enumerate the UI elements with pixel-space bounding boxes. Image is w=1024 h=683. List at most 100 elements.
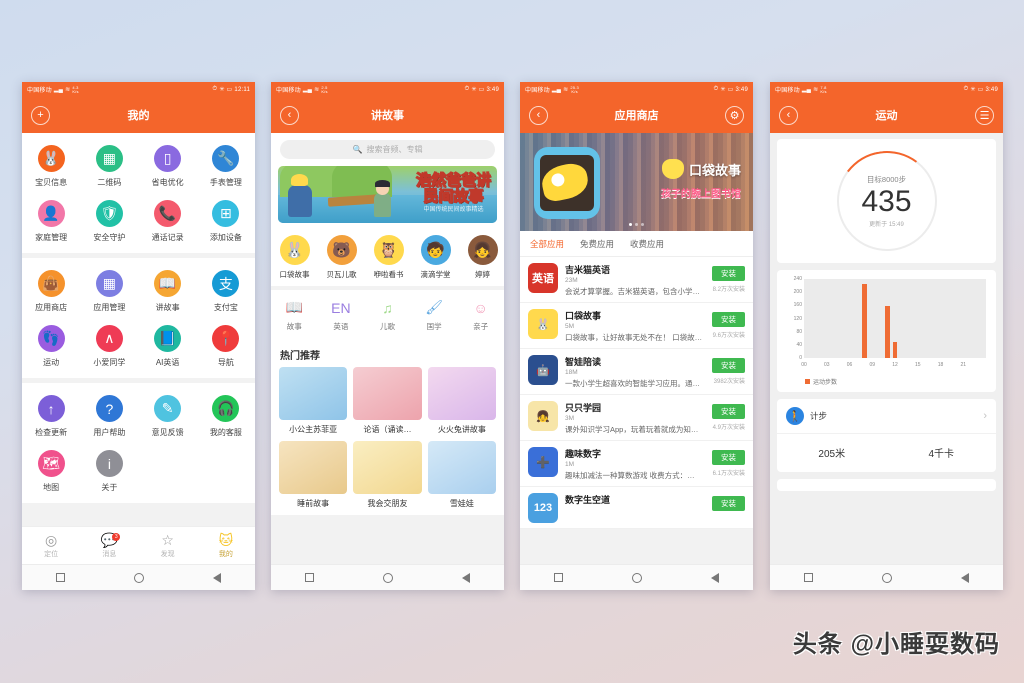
home-button[interactable]	[881, 572, 892, 583]
section-title: 热门推荐	[271, 339, 504, 367]
app-list-item[interactable]: 👧 只只学园 3M 课外知识学习App，玩着玩着就成为知… 安装 4.9万次安装	[520, 395, 753, 441]
store-tab-收费应用[interactable]: 收费应用	[630, 238, 664, 250]
menu-item-应用商店[interactable]: 👜 应用商店	[22, 265, 80, 320]
publisher-滴滴学堂[interactable]: 🧒 滴滴学堂	[412, 235, 459, 280]
chevron-right-icon[interactable]: ›	[983, 410, 987, 422]
home-button[interactable]	[382, 572, 393, 583]
home-button[interactable]	[631, 572, 642, 583]
menu-item-检查更新[interactable]: ↑ 检查更新	[22, 390, 80, 445]
recents-button[interactable]	[305, 573, 315, 582]
store-tab-全部应用[interactable]: 全部应用	[530, 238, 564, 250]
menu-item-用户帮助[interactable]: ? 用户帮助	[80, 390, 138, 445]
story-card[interactable]: 论语（诵读…	[353, 367, 422, 435]
category-label: 儿歌	[379, 322, 395, 331]
pedometer-card[interactable]: 🚶 计步 › 205米 4千卡	[777, 399, 996, 472]
alarm-icon: ⏱	[963, 86, 969, 92]
story-thumbnail	[279, 367, 348, 420]
wifi-icon: ≋	[65, 87, 71, 93]
menu-item-地图[interactable]: 🗺 地图	[22, 445, 80, 500]
story-card[interactable]: 雪娃娃	[427, 441, 496, 509]
app-list-item[interactable]: ➕ 趣味数字 1M 趣味加减法一种算数游戏 收费方式：… 安装 6.1万次安装	[520, 441, 753, 487]
category-label: 国学	[426, 322, 442, 331]
publisher-口袋故事[interactable]: 🐰 口袋故事	[271, 235, 318, 280]
install-button[interactable]: 安装	[712, 266, 745, 281]
back-button[interactable]	[960, 572, 969, 583]
update-icon: ↑	[37, 395, 65, 422]
home-button[interactable]	[133, 572, 144, 583]
story-card[interactable]: 睡前故事	[279, 441, 348, 509]
tab-消息[interactable]: 💬 消息 3	[80, 527, 138, 564]
promo-banner[interactable]: 浩然爸爸讲 民间故事 中国传统民间故事精选	[278, 166, 497, 223]
app-list-item[interactable]: 🐰 口袋故事 5M 口袋故事，让好故事无处不在！ 口袋故… 安装 9.6万次安装	[520, 303, 753, 349]
back-button[interactable]: ‹	[529, 105, 548, 125]
story-card[interactable]: 我会交朋友	[353, 441, 422, 509]
publisher-婷婷[interactable]: 👧 婷婷	[459, 235, 504, 280]
menu-item-我的客服[interactable]: 🎧 我的客服	[197, 390, 255, 445]
menu-item-应用管理[interactable]: ▦ 应用管理	[80, 265, 138, 320]
menu-item-导航[interactable]: 📍 导航	[197, 320, 255, 375]
install-button[interactable]: 安装	[712, 358, 745, 373]
signal-icon: ▂▄	[53, 87, 64, 93]
store-tab-免费应用[interactable]: 免费应用	[580, 238, 614, 250]
menu-item-宝贝信息[interactable]: 🐰 宝贝信息	[22, 140, 80, 195]
hero-banner[interactable]: 口袋故事 孩子的腕上图书馆	[520, 133, 753, 231]
app-list-item[interactable]: 英语 吉米猫英语 23M 会说才算掌握。吉米猫英语，包含小学… 安装 8.2万次安装	[520, 257, 753, 303]
menu-item-AI英语[interactable]: 📘 AI英语	[139, 320, 197, 375]
carousel-dot[interactable]	[629, 223, 632, 226]
app-size: 1M	[565, 461, 575, 468]
recents-button[interactable]	[804, 573, 814, 582]
app-list-item[interactable]: 123 数字生空道 安装	[520, 487, 753, 529]
carousel-dot[interactable]	[635, 223, 638, 226]
category-亲子[interactable]: ☺ 亲子	[457, 298, 504, 332]
menu-item-省电优化[interactable]: ▯ 省电优化	[139, 140, 197, 195]
install-button[interactable]: 安装	[712, 312, 745, 327]
y-axis-tick: 0	[799, 355, 802, 361]
publisher-咿啦看书[interactable]: 🦉 咿啦看书	[365, 235, 412, 280]
back-button[interactable]: ‹	[779, 105, 798, 125]
alarm-icon: ⏱	[464, 86, 470, 92]
menu-item-手表管理[interactable]: 🔧 手表管理	[197, 140, 255, 195]
menu-item-通话记录[interactable]: 📞 通话记录	[139, 195, 197, 250]
tab-发现[interactable]: ☆ 发现	[139, 527, 197, 564]
story-card[interactable]: 小公主苏菲亚	[279, 367, 348, 435]
category-国学[interactable]: 🖌 国学	[411, 298, 458, 332]
recents-button[interactable]	[554, 573, 564, 582]
category-故事[interactable]: 📖 故事	[271, 298, 318, 332]
tab-定位[interactable]: ◎ 定位	[22, 527, 80, 564]
menu-item-label: 地图	[43, 483, 60, 492]
battery-icon: ▭	[226, 87, 233, 93]
menu-item-意见反馈[interactable]: ✎ 意见反馈	[139, 390, 197, 445]
android-nav-bar	[520, 564, 753, 590]
hamburger-icon[interactable]: ☰	[975, 105, 994, 125]
back-button[interactable]	[212, 572, 221, 583]
install-button[interactable]: 安装	[712, 404, 745, 419]
menu-item-支付宝[interactable]: 支支付宝	[197, 265, 255, 320]
menu-item-二维码[interactable]: ▦ 二维码	[80, 140, 138, 195]
category-儿歌[interactable]: ♫ 儿歌	[364, 298, 411, 332]
app-list-item[interactable]: 🤖 智娃陪读 18M 一款小学生超喜欢的智能学习应用。通… 安装 3982次安装	[520, 349, 753, 395]
menu-item-家庭管理[interactable]: 👤 家庭管理	[22, 195, 80, 250]
tab-我的[interactable]: 🐱 我的	[197, 527, 255, 564]
menu-item-关于[interactable]: i 关于	[80, 445, 138, 500]
carousel-dot[interactable]	[641, 223, 644, 226]
publisher-贝瓦儿歌[interactable]: 🐻 贝瓦儿歌	[318, 235, 365, 280]
fox-icon	[661, 159, 684, 179]
install-button[interactable]: 安装	[712, 450, 745, 465]
search-input[interactable]: 🔍 搜索音频、专辑	[280, 140, 495, 159]
back-button[interactable]	[461, 572, 470, 583]
menu-item-讲故事[interactable]: 📖 讲故事	[139, 265, 197, 320]
add-button[interactable]: +	[31, 105, 50, 125]
app-description: 一款小学生超喜欢的智能学习应用。通…	[565, 379, 700, 388]
menu-item-安全守护[interactable]: 🛡 安全守护	[80, 195, 138, 250]
chart-bar	[862, 283, 868, 358]
back-button[interactable]: ‹	[280, 105, 299, 125]
category-英语[interactable]: EN 英语	[318, 298, 365, 332]
back-button[interactable]	[710, 572, 719, 583]
recents-button[interactable]	[56, 573, 66, 582]
install-button[interactable]: 安装	[712, 496, 745, 511]
gear-icon[interactable]: ⚙	[725, 105, 744, 125]
menu-item-运动[interactable]: 👣 运动	[22, 320, 80, 375]
story-card[interactable]: 火火兔讲故事	[427, 367, 496, 435]
menu-item-添加设备[interactable]: ⊞ 添加设备	[197, 195, 255, 250]
menu-item-小爱同学[interactable]: ∧ 小爱同学	[80, 320, 138, 375]
